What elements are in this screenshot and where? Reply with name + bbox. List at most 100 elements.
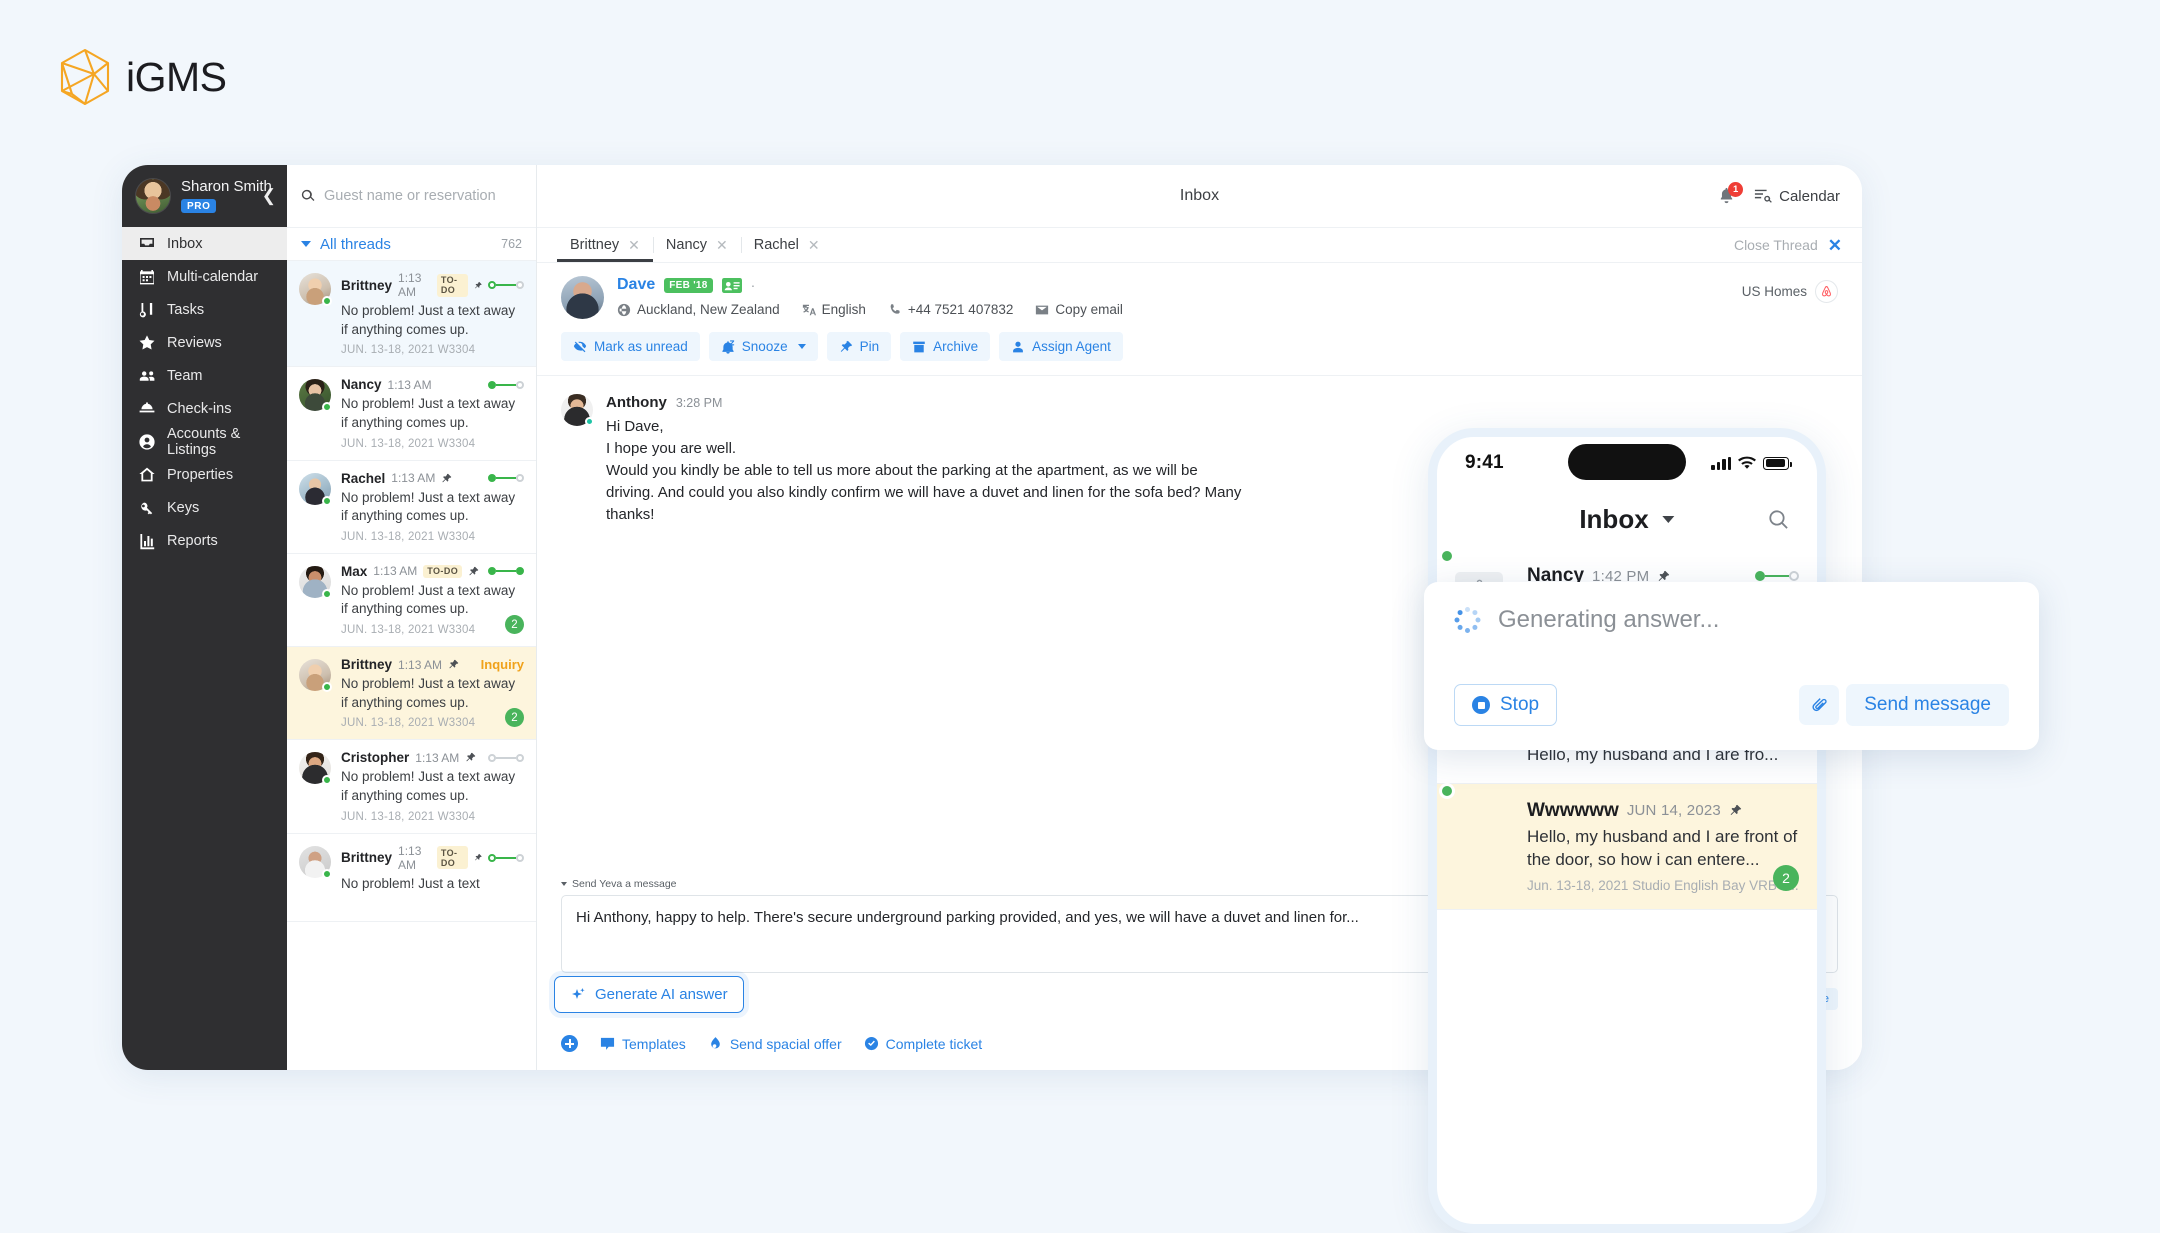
calendar-button[interactable]: Calendar <box>1754 187 1840 205</box>
thread-list-item[interactable]: Brittney1:13 AMTO-DONo problem! Just a t… <box>287 834 536 922</box>
send-message-button[interactable]: Send message <box>1846 684 2009 726</box>
generating-answer-card: Generating answer... Stop Send message <box>1424 582 2039 750</box>
listing-name: US Homes <box>1742 284 1807 299</box>
search-input[interactable] <box>324 188 522 204</box>
chevron-left-icon[interactable]: ❮ <box>260 186 278 206</box>
tab-brittney[interactable]: Brittney✕ <box>557 228 653 262</box>
complete-ticket-button[interactable]: Complete ticket <box>864 1036 982 1052</box>
sidebar-item-check-ins[interactable]: Check-ins <box>122 392 287 425</box>
all-threads-filter[interactable]: All threads 762 <box>287 227 536 261</box>
thread-list-item[interactable]: Max1:13 AMTO-DONo problem! Just a text a… <box>287 554 536 647</box>
thread-list-pane: All threads 762 Brittney1:13 AMTO-DONo p… <box>287 165 537 1070</box>
guest-language-text: English <box>822 302 866 317</box>
phone-status-bar: 9:41 <box>1437 437 1817 489</box>
toolbar-label: Templates <box>622 1036 686 1052</box>
thread-name: Nancy <box>341 377 382 392</box>
thread-list-item[interactable]: Brittney1:13 AMTO-DONo problem! Just a t… <box>287 261 536 367</box>
composer-label-text: Send Yeva a message <box>572 878 677 890</box>
search-icon[interactable] <box>1768 509 1789 530</box>
pin-icon <box>468 566 479 577</box>
unread-count-badge: 2 <box>1773 865 1799 891</box>
copy-email-button[interactable]: Copy email <box>1035 302 1123 317</box>
thread-preview: No problem! Just a text away if anything… <box>341 489 524 526</box>
chevron-down-icon[interactable] <box>1663 516 1675 523</box>
sidebar-item-accounts-listings[interactable]: Accounts & Listings <box>122 425 287 458</box>
sidebar-item-reviews[interactable]: Reviews <box>122 326 287 359</box>
sidebar: Sharon Smith PRO ❮ InboxMulti-calendar Ta… <box>122 165 287 1070</box>
phone-thread-item[interactable]: WwwwwwJUN 14, 2023Hello, my husband and … <box>1437 784 1817 910</box>
action-label: Archive <box>933 339 978 354</box>
notifications-button[interactable]: 1 <box>1717 186 1738 207</box>
pin-button[interactable]: Pin <box>827 332 892 361</box>
thread-date: JUN. 13-18, 2021 W3304 <box>341 717 524 729</box>
sidebar-item-label: Reports <box>167 533 218 549</box>
close-thread-button[interactable]: Close Thread✕ <box>1734 228 1862 262</box>
plan-badge: PRO <box>181 199 216 213</box>
sidebar-user-profile[interactable]: Sharon Smith PRO ❮ <box>122 165 287 227</box>
stop-button[interactable]: Stop <box>1454 684 1557 726</box>
sidebar-item-team[interactable]: Team <box>122 359 287 392</box>
pin-icon <box>474 852 482 863</box>
action-label: Pin <box>860 339 880 354</box>
send-spacial-offer-button[interactable]: Send spacial offer <box>708 1036 842 1052</box>
thread-action-buttons: Mark as unread Snooze Pin Archive Assign Age… <box>537 319 1862 361</box>
attach-file-button[interactable] <box>1799 685 1839 725</box>
avatar <box>299 379 331 411</box>
calendar-search-icon <box>1754 187 1772 205</box>
team-icon <box>137 366 156 385</box>
main-header: Inbox 1 Calendar <box>537 165 1862 227</box>
close-thread-label: Close Thread <box>1734 237 1818 253</box>
avatar <box>561 394 593 426</box>
mark-as-unread-button[interactable]: Mark as unread <box>561 332 700 361</box>
guest-name[interactable]: Dave <box>617 276 655 294</box>
thread-date: JUN. 13-18, 2021 W3304 <box>341 344 524 356</box>
calendar-icon <box>137 267 156 286</box>
thread-list-item[interactable]: Rachel1:13 AMNo problem! Just a text awa… <box>287 461 536 554</box>
generate-ai-answer-button[interactable]: Generate AI answer <box>554 976 744 1013</box>
avatar <box>561 276 604 319</box>
avatar <box>135 178 171 214</box>
sidebar-item-inbox[interactable]: Inbox <box>122 227 287 260</box>
sidebar-nav: InboxMulti-calendar Tasks Reviews TeamCheck… <box>122 227 287 557</box>
pin-icon <box>448 659 459 670</box>
close-icon[interactable]: ✕ <box>716 238 728 252</box>
toolbar-label: Complete ticket <box>886 1036 982 1052</box>
templates-button[interactable]: Templates <box>600 1036 686 1052</box>
listing-badge: US Homes <box>1742 280 1838 303</box>
progress-indicator <box>488 381 524 389</box>
thread-list-item[interactable]: Brittney1:13 AMInquiryNo problem! Just a… <box>287 647 536 740</box>
sidebar-item-properties[interactable]: Properties <box>122 458 287 491</box>
sidebar-item-label: Properties <box>167 467 233 483</box>
sidebar-item-reports[interactable]: Reports <box>122 524 287 557</box>
thread-name: Brittney <box>341 278 392 293</box>
toolbar-label: Send spacial offer <box>730 1036 842 1052</box>
guest-phone: +44 7521 407832 <box>888 302 1013 317</box>
search-bar[interactable] <box>287 165 536 227</box>
brand-logo: iGMS <box>58 48 227 106</box>
thread-list-item[interactable]: Nancy1:13 AMNo problem! Just a text away… <box>287 367 536 460</box>
unread-count-badge: 2 <box>505 615 524 634</box>
archive-button[interactable]: Archive <box>900 332 990 361</box>
thread-tag: TO-DO <box>437 846 468 869</box>
add-button[interactable] <box>561 1035 578 1052</box>
snooze-button[interactable]: Snooze <box>709 332 818 361</box>
sidebar-item-tasks[interactable]: Tasks <box>122 293 287 326</box>
close-icon[interactable]: ✕ <box>628 238 640 252</box>
contact-card-icon[interactable] <box>722 278 742 293</box>
tab-rachel[interactable]: Rachel✕ <box>741 228 833 262</box>
pin-icon <box>465 752 476 763</box>
sidebar-item-keys[interactable]: Keys <box>122 491 287 524</box>
thread-list-item[interactable]: Cristopher1:13 AMNo problem! Just a text… <box>287 740 536 833</box>
sidebar-item-multi-calendar[interactable]: Multi-calendar <box>122 260 287 293</box>
close-icon[interactable]: ✕ <box>808 238 820 252</box>
thread-time: 1:13 AM <box>398 844 431 872</box>
all-threads-count: 762 <box>501 237 522 251</box>
check-circle-icon <box>864 1036 879 1051</box>
sidebar-item-label: Reviews <box>167 335 222 351</box>
thread-tag: TO-DO <box>423 565 462 578</box>
assign-agent-button[interactable]: Assign Agent <box>999 332 1123 361</box>
sidebar-item-label: Tasks <box>167 302 204 318</box>
page-title: Inbox <box>1180 187 1219 205</box>
tab-nancy[interactable]: Nancy✕ <box>653 228 741 262</box>
message-time: 3:28 PM <box>676 396 723 410</box>
